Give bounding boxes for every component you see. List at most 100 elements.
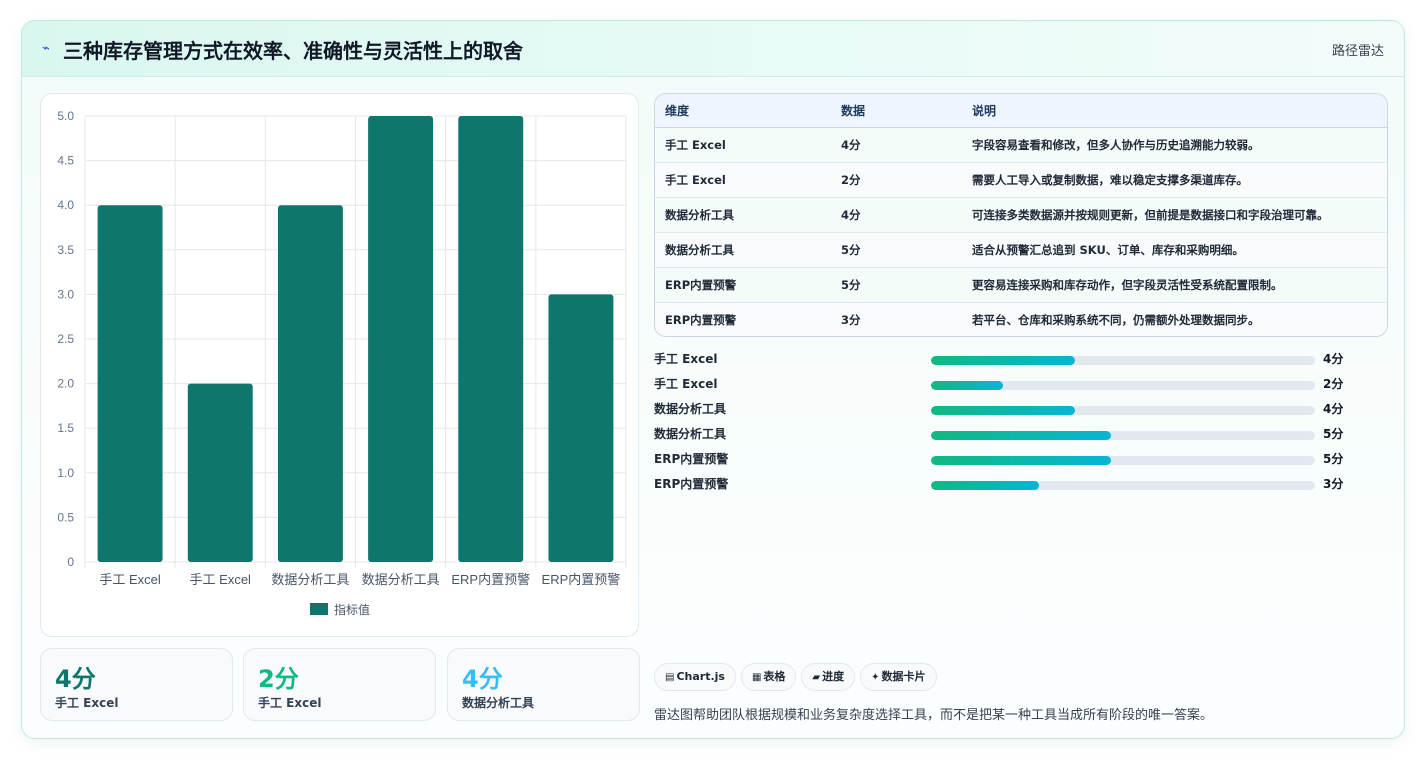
tag-progress[interactable]: ▰ 进度: [801, 663, 856, 691]
progress-row: ERP内置预警 3分: [654, 472, 1388, 497]
stat-label: 手工 Excel: [55, 696, 119, 710]
progress-value: 2分: [1323, 377, 1344, 391]
y-tick-label: 2.0: [57, 377, 74, 391]
table-icon: ▦: [751, 672, 762, 683]
progress-row: 数据分析工具 4分: [654, 397, 1388, 422]
progress-fill: [931, 431, 1112, 440]
table-cell: 4分: [841, 137, 861, 152]
table-cell: 手工 Excel: [665, 172, 726, 187]
stat-card-1: 4分 手工 Excel: [40, 648, 233, 721]
x-tick-label: 手工 Excel: [99, 572, 161, 587]
table-row: 数据分析工具 5分 适合从预警汇总追到 SKU、订单、库存和采购明细。: [655, 232, 1387, 267]
tag-list: ▤ Chart.js ▦ 表格 ▰ 进度 ✦ 数据卡片: [654, 663, 942, 691]
chart-bar: [277, 205, 343, 562]
header-badge: 路径雷达: [1331, 44, 1384, 59]
progress-row: 数据分析工具 5分: [654, 422, 1388, 447]
column-header: 数据: [831, 94, 962, 128]
y-tick-label: 0: [67, 555, 74, 569]
table-cell: 更容易连接采购和库存动作，但字段灵活性受系统配置限制。: [972, 277, 1283, 292]
bar-chart: 0 0.5 1.0 1.5 2.0 2.5 3.0 3.5 4.0 4.5 5.0 手工 Excel 手…: [57, 109, 627, 617]
x-tick-label: 手工 Excel: [190, 572, 252, 587]
table-cell: 适合从预警汇总追到 SKU、订单、库存和采购明细。: [972, 242, 1244, 257]
progress-fill: [931, 481, 1040, 490]
progress-label: 手工 Excel: [654, 352, 718, 366]
lightning-icon: ⌁: [42, 41, 50, 56]
progress-track: [931, 406, 1315, 415]
y-tick-label: 1.0: [57, 466, 74, 480]
chart-icon: ▤: [665, 672, 675, 683]
table-cell: ERP内置预警: [665, 312, 737, 327]
y-tick-label: 4.0: [57, 198, 74, 212]
table-cell: 3分: [841, 312, 861, 327]
y-tick-label: 2.5: [57, 332, 74, 346]
footnote: 雷达图帮助团队根据规模和业务复杂度选择工具，而不是把某一种工具当成所有阶段的唯一…: [654, 708, 1214, 723]
progress-label: 数据分析工具: [654, 427, 727, 441]
progress-value: 5分: [1323, 452, 1344, 466]
stat-value: 2分: [258, 665, 299, 693]
progress-value: 4分: [1323, 352, 1344, 366]
table-cell: ERP内置预警: [665, 277, 737, 292]
bar-chart-panel: 0 0.5 1.0 1.5 2.0 2.5 3.0 3.5 4.0 4.5 5.0 手工 Excel 手…: [40, 93, 639, 637]
table-cell: 5分: [841, 277, 861, 292]
table-cell: 数据分析工具: [665, 207, 734, 222]
stat-card-3: 4分 数据分析工具: [447, 648, 640, 721]
x-tick-label: ERP内置预警: [451, 572, 530, 587]
chart-bar: [458, 116, 524, 562]
stat-label: 数据分析工具: [462, 696, 535, 710]
progress-row: 手工 Excel 2分: [654, 372, 1388, 397]
table-row: 手工 Excel 2分 需要人工导入或复制数据，难以稳定支撑多渠道库存。: [655, 162, 1387, 197]
chart-bar: [97, 205, 163, 562]
chart-bar: [187, 383, 253, 562]
table-row: ERP内置预警 3分 若平台、仓库和采购系统不同，仍需额外处理数据同步。: [655, 302, 1387, 336]
table-row: 手工 Excel 4分 字段容易查看和修改，但多人协作与历史追溯能力较弱。: [655, 127, 1387, 162]
stat-label: 手工 Excel: [258, 696, 322, 710]
stat-card-2: 2分 手工 Excel: [243, 648, 436, 721]
y-tick-label: 4.5: [57, 154, 74, 168]
progress-row: ERP内置预警 5分: [654, 447, 1388, 472]
stat-value: 4分: [462, 665, 503, 693]
tag-label: Chart.js: [676, 670, 725, 683]
x-tick-label: ERP内置预警: [542, 572, 621, 587]
tag-table[interactable]: ▦ 表格: [740, 663, 797, 691]
progress-value: 5分: [1323, 427, 1344, 441]
page-title: 三种库存管理方式在效率、准确性与灵活性上的取舍: [63, 39, 523, 63]
progress-track: [931, 431, 1315, 440]
legend-label: 指标值: [334, 602, 370, 617]
progress-row: 手工 Excel 4分: [654, 347, 1388, 372]
progress-fill: [931, 406, 1076, 415]
progress-label: 手工 Excel: [654, 377, 718, 391]
progress-track: [931, 481, 1315, 490]
table-cell: 可连接多类数据源并按规则更新，但前提是数据接口和字段治理可靠。: [972, 207, 1329, 222]
table-cell: 需要人工导入或复制数据，难以稳定支撑多渠道库存。: [972, 172, 1248, 187]
progress-fill: [931, 356, 1076, 365]
card-header: ⌁ 三种库存管理方式在效率、准确性与灵活性上的取舍 路径雷达: [22, 21, 1404, 77]
progress-value: 3分: [1323, 477, 1344, 491]
tag-label: 表格: [763, 670, 786, 683]
table-header-row: 维度 数据 说明: [655, 94, 1387, 128]
y-tick-label: 3.5: [57, 243, 74, 257]
chart-bar: [548, 294, 614, 562]
table-cell: 数据分析工具: [665, 242, 734, 257]
x-tick-label: 数据分析工具: [362, 572, 440, 587]
table-cell: 4分: [841, 207, 861, 222]
table-cell: 若平台、仓库和采购系统不同，仍需额外处理数据同步。: [972, 312, 1260, 327]
progress-track: [931, 456, 1315, 465]
progress-value: 4分: [1323, 402, 1344, 416]
progress-icon: ▰: [812, 672, 821, 683]
progress-track: [931, 381, 1315, 390]
progress-fill: [931, 456, 1112, 465]
table-cell: 2分: [841, 172, 861, 187]
x-tick-label: 数据分析工具: [271, 572, 349, 587]
progress-fill: [931, 381, 1004, 390]
y-tick-label: 5.0: [57, 109, 74, 123]
table-cell: 手工 Excel: [665, 137, 726, 152]
sparkle-icon: ✦: [871, 672, 880, 683]
column-header: 说明: [962, 94, 1387, 128]
progress-list: 手工 Excel 4分 手工 Excel 2分 数据分析工具 4分 数据分析工具…: [654, 347, 1388, 497]
legend-swatch: [310, 603, 328, 615]
table-row: 数据分析工具 4分 可连接多类数据源并按规则更新，但前提是数据接口和字段治理可靠…: [655, 197, 1387, 232]
tag-chartjs[interactable]: ▤ Chart.js: [654, 663, 736, 691]
y-tick-label: 0.5: [57, 510, 74, 524]
tag-data-card[interactable]: ✦ 数据卡片: [860, 663, 937, 691]
chart-bar: [368, 116, 434, 562]
